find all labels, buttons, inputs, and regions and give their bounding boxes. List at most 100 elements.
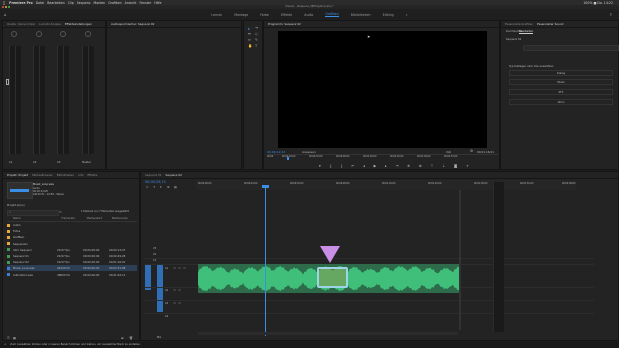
menu-item-view[interactable]: Ansicht xyxy=(125,1,137,5)
pan-knob-a1[interactable] xyxy=(11,31,17,37)
type-music-button[interactable]: Musik xyxy=(509,79,613,85)
bin-list-item[interactable]: Sequenzen xyxy=(7,241,137,247)
color-label-swatch[interactable] xyxy=(7,235,10,239)
workspaces-overflow-icon[interactable]: » xyxy=(406,13,408,17)
workspace-editing[interactable]: Editing xyxy=(383,13,394,17)
selected-clip-highlight[interactable] xyxy=(317,267,348,288)
type-ambience-button[interactable]: Atmo xyxy=(509,99,613,105)
bin-list-item[interactable]: Grafiken xyxy=(7,234,137,240)
solo-button[interactable] xyxy=(178,302,181,304)
add-marker-icon[interactable]: ▾ xyxy=(160,185,162,189)
menu-item-window[interactable]: Fenster xyxy=(139,1,151,5)
menu-item-help[interactable]: Hilfe xyxy=(154,1,161,5)
wrench-settings-icon[interactable]: ⚙ xyxy=(167,185,170,189)
export-frame-icon[interactable]: ◙ xyxy=(454,164,457,168)
out-point-icon[interactable]: } xyxy=(340,164,342,168)
color-label-swatch[interactable] xyxy=(7,273,10,277)
tab-sequence-02[interactable]: Sequenz 02 xyxy=(165,173,181,177)
column-media-start[interactable]: Medienstart xyxy=(87,217,112,221)
step-back-icon[interactable]: ◂ xyxy=(363,164,365,168)
trash-icon[interactable]: 🗑 xyxy=(129,336,133,340)
color-label-swatch[interactable] xyxy=(7,266,10,270)
goto-in-icon[interactable]: ⇤ xyxy=(351,164,354,168)
minimize-window-button[interactable] xyxy=(5,6,7,8)
solo-button[interactable] xyxy=(178,289,181,291)
record-button[interactable] xyxy=(183,267,186,269)
workspace-learn[interactable]: Lernen xyxy=(211,13,222,17)
clip-thumbnail[interactable] xyxy=(7,182,33,199)
color-label-swatch[interactable] xyxy=(7,229,10,233)
type-sfx-button[interactable]: SFX xyxy=(509,89,613,95)
menu-item-graphics[interactable]: Grafiken xyxy=(108,1,121,5)
timeline-timecode[interactable]: 00;00;33;13 xyxy=(145,180,166,184)
tab-info[interactable]: Info xyxy=(78,173,83,177)
column-media-end[interactable]: Medienende xyxy=(112,217,137,221)
marker-triangle-icon[interactable] xyxy=(320,246,340,263)
step-forward-icon[interactable]: ▸ xyxy=(385,164,387,168)
marker-icon[interactable]: ▾ xyxy=(319,164,321,168)
bin-list-item[interactable]: Audio xyxy=(7,222,137,228)
sequence-field[interactable] xyxy=(523,45,619,51)
app-menu[interactable]: Premiere Pro xyxy=(9,1,33,5)
close-window-button[interactable] xyxy=(2,6,4,8)
menu-item-file[interactable]: Datei xyxy=(36,1,45,5)
workspace-libraries[interactable]: Bibliotheken xyxy=(351,13,371,17)
extract-icon[interactable]: ⇣ xyxy=(442,164,445,168)
fader-handle-a1[interactable] xyxy=(6,79,9,85)
tab-effect-controls[interactable]: Effekteinstellungen xyxy=(65,22,92,26)
color-label-swatch[interactable] xyxy=(7,248,10,252)
workspace-graphics[interactable]: Grafiken xyxy=(325,12,339,17)
selection-tool-icon[interactable]: ▸ xyxy=(248,26,250,31)
overwrite-icon[interactable]: ⊗ xyxy=(419,164,422,168)
column-frame-rate[interactable]: Framerate xyxy=(61,217,86,221)
menu-item-sequence[interactable]: Sequenz xyxy=(77,1,91,5)
color-label-swatch[interactable] xyxy=(7,242,10,246)
new-item-icon[interactable]: ⊞ xyxy=(121,336,124,340)
tab-lumetri-scopes[interactable]: Lumetri-Scopes xyxy=(39,22,61,26)
icon-view-icon[interactable]: ▦ xyxy=(13,336,16,340)
workspace-effects[interactable]: Effekte xyxy=(281,13,292,17)
slip-tool-icon[interactable]: ⇔ xyxy=(248,38,251,42)
column-name[interactable]: Name xyxy=(7,217,61,221)
menu-item-clip[interactable]: Clip xyxy=(68,1,74,5)
snap-icon[interactable]: ⊂ xyxy=(146,185,149,189)
settings-icon[interactable]: + xyxy=(466,164,469,168)
color-label-swatch[interactable] xyxy=(7,223,10,227)
tab-essential-sound[interactable]: Essenzieller Sound xyxy=(537,22,563,26)
pan-knob-a2[interactable] xyxy=(36,31,42,37)
pan-knob-master[interactable] xyxy=(85,31,91,37)
bin-list-item[interactable]: Sequenz 01 29,97 fps 00;00;00;00 00;00;29;2… xyxy=(7,253,137,259)
playhead-head[interactable] xyxy=(262,185,269,188)
linked-selection-icon[interactable]: ⚭ xyxy=(153,185,156,189)
zoom-window-button[interactable] xyxy=(8,6,10,8)
subtab-edit[interactable]: Bearbeiten xyxy=(519,30,534,34)
type-tool-icon[interactable]: T xyxy=(255,44,257,48)
mute-button[interactable] xyxy=(173,302,176,304)
workspace-assembly[interactable]: Montage xyxy=(234,13,248,17)
new-bin-icon[interactable]: ▭ xyxy=(59,210,62,214)
timeline-vertical-scrollbar[interactable] xyxy=(459,190,461,330)
tab-audio-track-mixer[interactable]: Audiospurmischer: Sequenz 02 xyxy=(111,22,154,26)
razor-tool-icon[interactable]: ◇ xyxy=(255,32,258,36)
tab-program-monitor[interactable]: Programm: Sequenz 02 xyxy=(268,22,301,26)
timeline-ruler[interactable]: 00;00;00;00 00;00;16;00 00;00;32;00 00;0… xyxy=(196,180,576,190)
insert-icon[interactable]: ⊕ xyxy=(407,164,410,168)
program-ruler[interactable]: 00;00 00;00;16;00 00;00;32;00 00;00;48;0… xyxy=(267,154,498,160)
home-icon[interactable]: ⌂ xyxy=(4,12,7,17)
menu-item-markers[interactable]: Marken xyxy=(93,1,105,5)
program-video-frame[interactable] xyxy=(278,31,487,148)
lift-icon[interactable]: ⇡ xyxy=(431,164,434,168)
list-view-icon[interactable]: ☰ xyxy=(7,336,10,340)
apple-icon[interactable]:  xyxy=(3,1,5,5)
track-select-tool-icon[interactable]: ⇥ xyxy=(255,26,258,30)
search-field[interactable]: ⌕ xyxy=(7,210,59,216)
tab-libraries[interactable]: Bibliotheken xyxy=(57,173,74,177)
play-icon[interactable]: ▶ xyxy=(374,164,377,168)
bin-list-item[interactable]: Fotos xyxy=(7,228,137,234)
mute-button[interactable] xyxy=(173,289,176,291)
timeline-horizontal-scrollbar[interactable] xyxy=(198,332,458,335)
program-playhead[interactable] xyxy=(287,157,289,160)
bin-list-item[interactable]: Aufnahme.wav 48000 Hz 00;00;00;00 00;01;02;… xyxy=(7,272,137,278)
timeline-playhead[interactable] xyxy=(265,186,266,336)
captions-icon[interactable]: ▤ xyxy=(174,185,177,189)
